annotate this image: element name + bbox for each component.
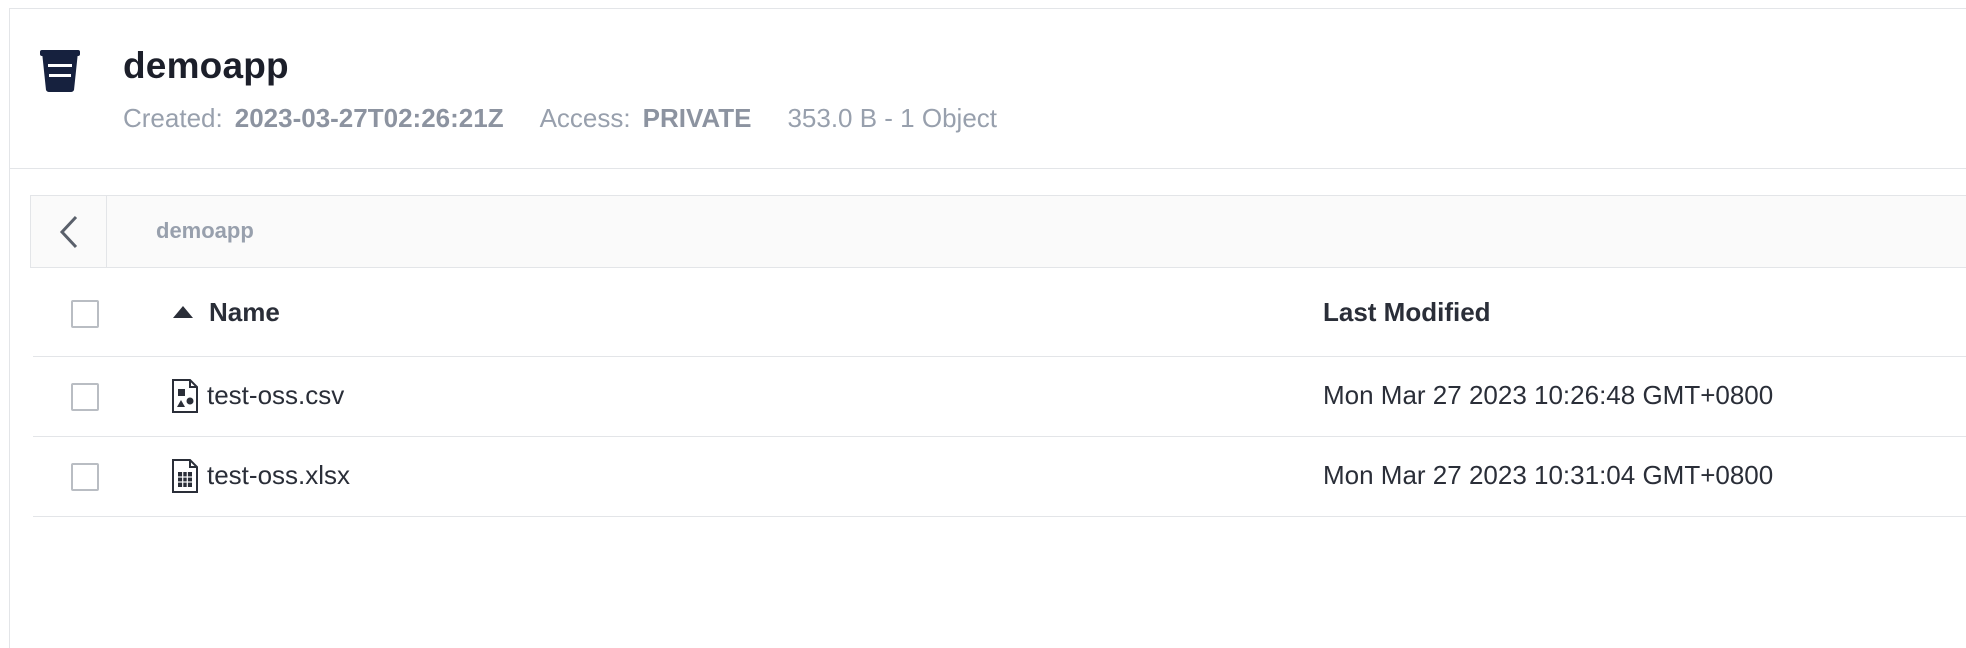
- file-last-modified: Mon Mar 27 2023 10:26:48 GMT+0800: [1323, 380, 1774, 410]
- object-table: Name Last Modified test-oss.csv Mon Mar …: [33, 268, 1966, 517]
- created-label: Created:: [123, 103, 223, 133]
- table-header-row: Name Last Modified: [33, 268, 1966, 357]
- row-checkbox[interactable]: [71, 383, 99, 411]
- column-header-last-modified[interactable]: Last Modified: [1323, 297, 1491, 328]
- column-header-name[interactable]: Name: [209, 297, 280, 328]
- bucket-summary: 353.0 B - 1 Object: [787, 103, 997, 133]
- bucket-title: demoapp: [123, 45, 289, 86]
- bucket-icon: [40, 50, 80, 92]
- bucket-panel: demoapp Created: 2023-03-27T02:26:21Z Acce…: [9, 8, 1966, 648]
- sort-ascending-icon[interactable]: [173, 306, 193, 318]
- created-value: 2023-03-27T02:26:21Z: [234, 103, 504, 133]
- access-value: PRIVATE: [642, 103, 752, 133]
- breadcrumb-item[interactable]: demoapp: [156, 218, 254, 244]
- select-all-checkbox[interactable]: [71, 300, 99, 328]
- file-media-icon: [172, 379, 198, 413]
- table-row[interactable]: test-oss.xlsx Mon Mar 27 2023 10:31:04 G…: [33, 437, 1966, 517]
- chevron-left-icon: [59, 215, 77, 248]
- file-spreadsheet-icon: [172, 459, 198, 493]
- file-name[interactable]: test-oss.xlsx: [207, 460, 350, 491]
- bucket-meta: Created: 2023-03-27T02:26:21Z Access: PRIVA…: [123, 103, 997, 134]
- file-last-modified: Mon Mar 27 2023 10:31:04 GMT+0800: [1323, 460, 1774, 490]
- breadcrumb-bar: demoapp: [30, 195, 1966, 268]
- table-row[interactable]: test-oss.csv Mon Mar 27 2023 10:26:48 GM…: [33, 357, 1966, 437]
- back-button[interactable]: [31, 196, 107, 267]
- file-name[interactable]: test-oss.csv: [207, 380, 344, 411]
- row-checkbox[interactable]: [71, 463, 99, 491]
- bucket-header: demoapp Created: 2023-03-27T02:26:21Z Acce…: [10, 9, 1966, 169]
- access-label: Access:: [539, 103, 631, 133]
